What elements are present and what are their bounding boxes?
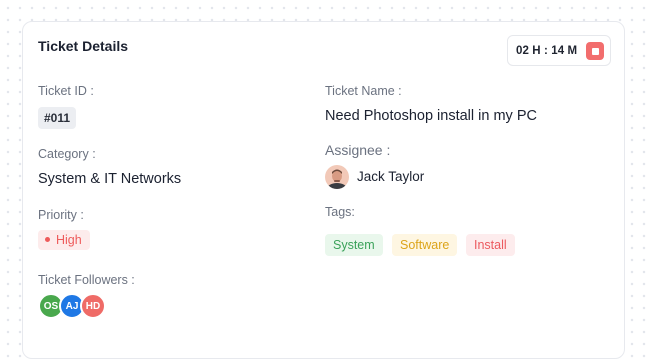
category-value: System & IT Networks xyxy=(38,171,182,187)
stop-icon xyxy=(591,47,599,55)
stop-timer-button[interactable] xyxy=(586,42,604,60)
priority-label: Priority : xyxy=(38,208,84,222)
tag-system[interactable]: System xyxy=(325,234,383,256)
timer-text: 02 H : 14 M xyxy=(516,45,578,57)
ticket-id-label: Ticket ID : xyxy=(38,84,94,98)
ticket-id-badge: #011 xyxy=(38,107,77,129)
assignee-name: Jack Taylor xyxy=(357,169,425,184)
ticket-name-value: Need Photoshop install in my PC xyxy=(325,108,537,124)
ticket-name-label: Ticket Name : xyxy=(325,84,402,98)
follower-avatar[interactable]: HD xyxy=(80,293,106,319)
tags-label: Tags: xyxy=(325,205,355,219)
ticket-details-card: Ticket Details 02 H : 14 M Ticket ID : #… xyxy=(22,21,625,359)
card-title: Ticket Details xyxy=(38,38,129,54)
assignee-label: Assignee : xyxy=(325,142,391,158)
priority-value: High xyxy=(56,233,82,247)
timer-widget: 02 H : 14 M xyxy=(507,35,611,66)
tag-software[interactable]: Software xyxy=(392,234,458,256)
tag-install[interactable]: Install xyxy=(466,234,515,256)
assignee-avatar[interactable] xyxy=(325,165,349,189)
dot-icon xyxy=(45,237,50,243)
category-label: Category : xyxy=(38,147,96,161)
priority-badge: High xyxy=(38,230,90,250)
followers-label: Ticket Followers : xyxy=(38,273,135,287)
